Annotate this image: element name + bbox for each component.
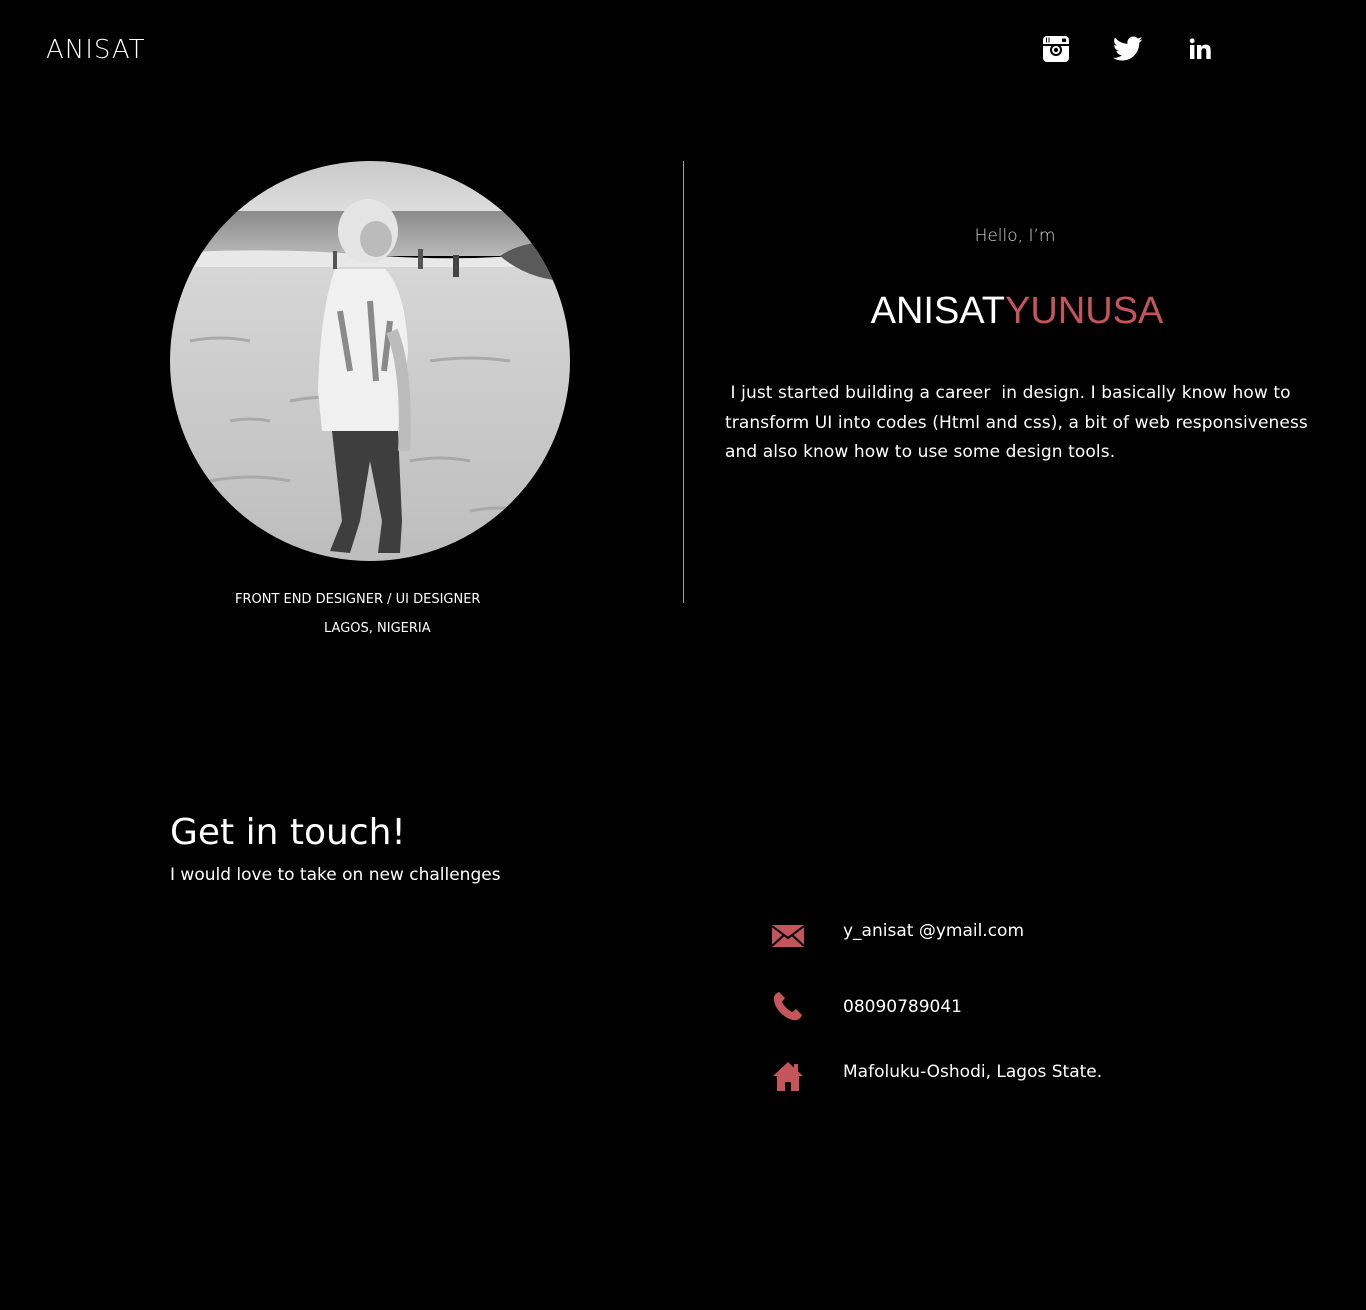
profile-role: FRONT END DESIGNER / UI DESIGNER — [235, 592, 481, 607]
mail-icon — [772, 920, 804, 952]
address-text: Mafoluku-Oshodi, Lagos State. — [843, 1062, 1103, 1082]
profile-photo — [170, 161, 570, 561]
last-name: YUNUSA — [1005, 290, 1164, 332]
greeting: Hello, I’m — [974, 226, 1056, 246]
instagram-link[interactable] — [1041, 34, 1071, 64]
linkedin-icon — [1188, 37, 1212, 61]
linkedin-link[interactable] — [1185, 34, 1215, 64]
twitter-link[interactable] — [1113, 34, 1143, 64]
phone-link[interactable]: 08090789041 — [843, 997, 962, 1017]
phone-icon — [772, 990, 804, 1022]
full-name: ANISATYUNUSA — [860, 288, 1174, 334]
site-logo[interactable]: ANISAT — [46, 36, 146, 64]
twitter-icon — [1113, 36, 1143, 62]
first-name: ANISAT — [870, 290, 1006, 332]
home-icon — [772, 1060, 804, 1092]
contact-heading: Get in touch! — [170, 812, 406, 853]
instagram-icon — [1043, 36, 1069, 62]
vertical-divider — [683, 161, 684, 603]
profile-location: LAGOS, NIGERIA — [324, 621, 431, 636]
contact-subheading: I would love to take on new challenges — [170, 865, 501, 885]
bio-paragraph: I just started building a career in desi… — [725, 383, 1314, 462]
email-link[interactable]: y_anisat @ymail.com — [843, 921, 1024, 941]
